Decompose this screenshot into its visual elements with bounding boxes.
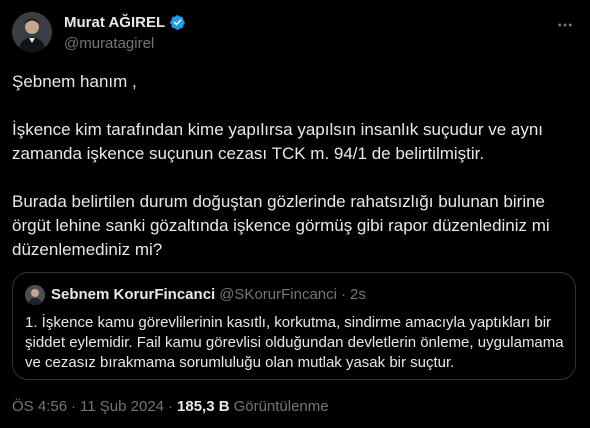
views-count: 185,3 B bbox=[177, 398, 230, 415]
more-icon bbox=[558, 23, 572, 27]
tweet-paragraph: Şebnem hanım , bbox=[12, 72, 137, 91]
tweet-paragraph: İşkence kim tarafından kime yapılırsa ya… bbox=[12, 120, 544, 163]
tweet-meta: ÖS 4:56 · 11 Şub 2024 · 185,3 B Görüntül… bbox=[12, 398, 329, 415]
author-avatar[interactable] bbox=[12, 12, 52, 52]
quoted-author-name: Sebnem KorurFincanci bbox=[51, 286, 216, 303]
tweet-text: Şebnem hanım , İşkence kim tarafından ki… bbox=[12, 70, 578, 262]
tweet-time[interactable]: ÖS 4:56 bbox=[12, 398, 67, 415]
quoted-separator: · bbox=[340, 286, 346, 303]
meta-separator: · bbox=[168, 398, 174, 415]
tweet-date[interactable]: 11 Şub 2024 bbox=[80, 398, 164, 415]
author-name-text[interactable]: Murat AĞIREL bbox=[64, 14, 165, 31]
author-name[interactable]: Murat AĞIREL bbox=[64, 14, 186, 31]
quoted-tweet[interactable]: Sebnem KorurFincanci @SKorurFincanci · 2… bbox=[12, 272, 576, 380]
more-options-button[interactable] bbox=[554, 14, 576, 36]
meta-separator: · bbox=[71, 398, 77, 415]
tweet: Murat AĞIREL @muratagirel Şebnem hanım ,… bbox=[0, 0, 590, 428]
author-handle[interactable]: @muratagirel bbox=[64, 35, 154, 52]
quoted-author-avatar bbox=[25, 285, 45, 305]
tweet-paragraph: Burada belirtilen durum doğuştan gözleri… bbox=[12, 192, 550, 259]
quoted-time: 2s bbox=[349, 286, 366, 303]
quoted-author-handle: @SKorurFincanci bbox=[219, 286, 337, 303]
quoted-header: Sebnem KorurFincanci @SKorurFincanci · 2… bbox=[51, 286, 366, 303]
verified-badge-icon bbox=[169, 14, 186, 31]
quoted-text: 1. İşkence kamu görevlilerinin kasıtlı, … bbox=[25, 314, 564, 371]
views-label: Görüntülenme bbox=[233, 398, 329, 415]
